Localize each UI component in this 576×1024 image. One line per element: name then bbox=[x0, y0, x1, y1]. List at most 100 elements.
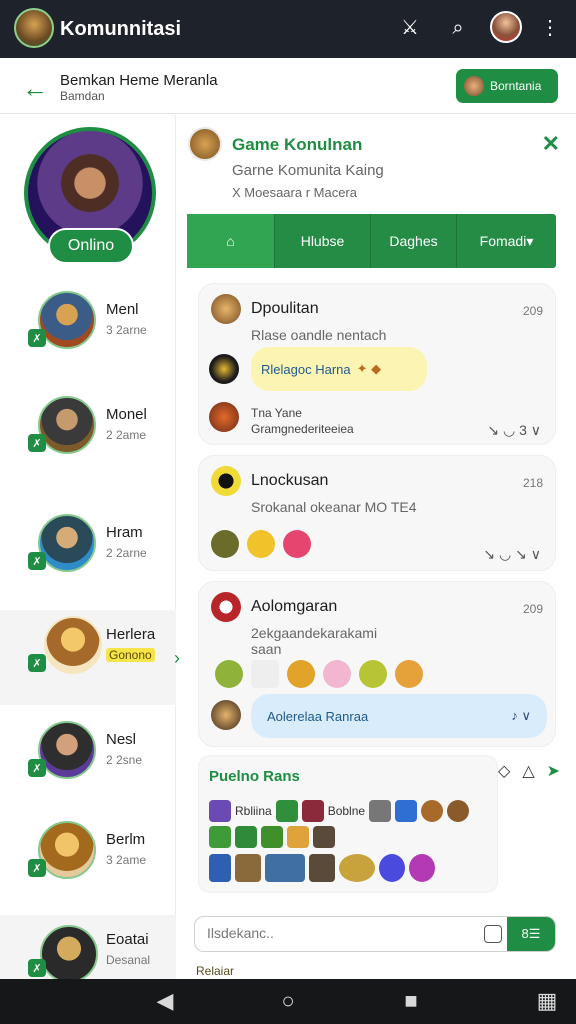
gallery-tile[interactable] bbox=[287, 826, 309, 848]
gallery-tile[interactable] bbox=[447, 800, 470, 822]
reaction-icon[interactable] bbox=[251, 660, 279, 688]
join-button-label: Borntania bbox=[490, 79, 542, 93]
post-time: 218 bbox=[522, 476, 543, 490]
gallery-tile[interactable] bbox=[313, 826, 335, 848]
gallery-tile[interactable] bbox=[265, 854, 305, 882]
gallery-tile[interactable] bbox=[301, 800, 324, 822]
post-actions[interactable]: ↘ ◡ ↘ ∨ bbox=[483, 546, 541, 563]
bubble-avatar bbox=[209, 354, 239, 384]
reaction-icon[interactable] bbox=[283, 530, 311, 558]
gallery-tile[interactable] bbox=[261, 826, 283, 848]
reaction-icon[interactable] bbox=[287, 660, 315, 688]
post-body: Rlase oandle nentach bbox=[251, 327, 387, 343]
member-item[interactable]: ✗ Monel 2 2ame bbox=[0, 390, 176, 485]
reaction-icon[interactable] bbox=[215, 660, 243, 688]
gallery-tile[interactable] bbox=[395, 800, 418, 822]
join-button[interactable]: Borntania bbox=[456, 69, 558, 103]
reaction-icon[interactable] bbox=[211, 530, 239, 558]
recents-nav-icon[interactable]: ■ bbox=[396, 988, 426, 1014]
gallery-tile[interactable] bbox=[209, 800, 231, 822]
send-icon[interactable]: ➤ bbox=[547, 761, 560, 781]
member-item[interactable]: ✗ Berlm 3 2ame bbox=[0, 815, 176, 910]
sword-icon[interactable]: ⚔ bbox=[398, 17, 422, 39]
reaction-strip bbox=[211, 530, 311, 558]
reaction-icon[interactable] bbox=[323, 660, 351, 688]
gallery-tile[interactable] bbox=[369, 800, 392, 822]
tab-label: Fomadi bbox=[479, 233, 527, 249]
bell-icon[interactable]: △ bbox=[522, 761, 534, 781]
post-author-avatar bbox=[211, 294, 241, 324]
emoji-icon[interactable] bbox=[484, 925, 502, 943]
member-sub: 2 2ame bbox=[106, 428, 147, 442]
reply-avatar bbox=[209, 402, 239, 432]
more-icon[interactable]: ⋮ bbox=[538, 17, 562, 39]
reply-avatar bbox=[211, 700, 241, 730]
post-time: 209 bbox=[522, 304, 543, 318]
item-icons: ✦ ◆ bbox=[356, 361, 382, 376]
close-icon[interactable]: ✕ bbox=[542, 131, 560, 157]
gallery-tile[interactable] bbox=[235, 826, 257, 848]
back-nav-icon[interactable]: ◀ bbox=[150, 988, 180, 1014]
reply-action-icons[interactable]: ♪ ∨ bbox=[511, 708, 531, 724]
page-header: ← Bemkan Heme Meranla Bamdan Borntania bbox=[0, 58, 576, 114]
tab-daghes[interactable]: Daghes bbox=[371, 214, 457, 268]
profile-avatar[interactable] bbox=[490, 11, 522, 43]
member-badge-icon: ✗ bbox=[28, 859, 46, 877]
member-badge-icon: ✗ bbox=[28, 654, 46, 672]
gallery-card[interactable]: Puelno Rans Rbliina Boblne bbox=[198, 755, 498, 893]
post-actions[interactable]: ↘ ◡ 3 ∨ bbox=[487, 422, 541, 439]
footnote: Relaiar bbox=[196, 964, 235, 978]
tab-fomadi[interactable]: Fomadi ▾ bbox=[457, 214, 556, 268]
reply-bubble[interactable]: Aolerelaa Ranraa ♪ ∨ bbox=[251, 694, 547, 738]
post-bubble[interactable]: Rlelagoc Harna ✦ ◆ bbox=[251, 347, 427, 391]
online-status-pill[interactable]: Onlino bbox=[48, 228, 134, 264]
app-logo[interactable] bbox=[14, 8, 54, 48]
home-nav-icon[interactable]: ○ bbox=[273, 988, 303, 1014]
member-item-active[interactable]: ✗ Herlera Gonono › bbox=[0, 610, 180, 705]
member-sub-highlight: Gonono bbox=[106, 648, 155, 662]
member-badge-icon: ✗ bbox=[28, 759, 46, 777]
reaction-icon[interactable] bbox=[395, 660, 423, 688]
keyboard-icon[interactable]: ▦ bbox=[532, 988, 562, 1014]
message-composer: Ilsdekanc.. 8☰ bbox=[194, 916, 556, 952]
member-item[interactable]: ✗ Menl 3 2arne bbox=[0, 285, 176, 380]
gallery-tile[interactable] bbox=[339, 854, 375, 882]
member-badge-icon: ✗ bbox=[28, 434, 46, 452]
bookmark-icon[interactable]: ◇ bbox=[498, 761, 510, 781]
member-badge-icon: ✗ bbox=[28, 329, 46, 347]
gallery-tile[interactable] bbox=[275, 800, 298, 822]
members-sidebar: Onlino ✗ Menl 3 2arne ✗ Monel 2 2ame ✗ H… bbox=[0, 115, 180, 1010]
post-title: Lnockusan bbox=[251, 472, 329, 489]
gallery-label: Rbliina bbox=[235, 804, 272, 818]
gallery-tile[interactable] bbox=[309, 854, 335, 882]
send-button[interactable]: 8☰ bbox=[507, 917, 555, 951]
message-input[interactable]: Ilsdekanc.. bbox=[207, 925, 274, 941]
member-item[interactable]: ✗ Hram 2 2arne bbox=[0, 508, 176, 603]
gallery-tile[interactable] bbox=[409, 854, 435, 882]
app-title: Komunnitasi bbox=[60, 18, 182, 40]
back-arrow-icon[interactable]: ← bbox=[22, 73, 48, 104]
member-name: Menl bbox=[106, 301, 139, 318]
page-subtitle: Bamdan bbox=[60, 89, 105, 103]
join-avatar-icon bbox=[464, 76, 484, 96]
post-card[interactable]: Dpoulitan 209 Rlase oandle nentach Rlela… bbox=[198, 283, 556, 445]
member-name: Nesl bbox=[106, 731, 137, 748]
gallery-label: Boblne bbox=[327, 804, 366, 818]
tab-home[interactable]: ⌂ bbox=[187, 214, 275, 268]
gallery-tile[interactable] bbox=[421, 800, 444, 822]
gallery-tile[interactable] bbox=[209, 854, 231, 882]
reaction-icon[interactable] bbox=[247, 530, 275, 558]
gallery-tile[interactable] bbox=[235, 854, 261, 882]
post-card[interactable]: Lnockusan 218 Srokanal okeanar MO TE4 ↘ … bbox=[198, 455, 556, 571]
gallery-tile[interactable] bbox=[379, 854, 405, 882]
search-icon[interactable]: ⌕ bbox=[446, 17, 470, 39]
tab-hlubse[interactable]: Hlubse bbox=[275, 214, 371, 268]
member-sub: Desanal bbox=[106, 953, 151, 967]
post-card[interactable]: Aolomgaran 209 2ekgaandekarakami saan Ao… bbox=[198, 581, 556, 747]
reply-body: Gramgnederiteeiea bbox=[251, 422, 354, 436]
reaction-strip bbox=[215, 660, 423, 688]
member-item[interactable]: ✗ Nesl 2 2sne bbox=[0, 715, 176, 810]
member-avatar bbox=[44, 616, 102, 674]
reaction-icon[interactable] bbox=[359, 660, 387, 688]
gallery-tile[interactable] bbox=[209, 826, 231, 848]
